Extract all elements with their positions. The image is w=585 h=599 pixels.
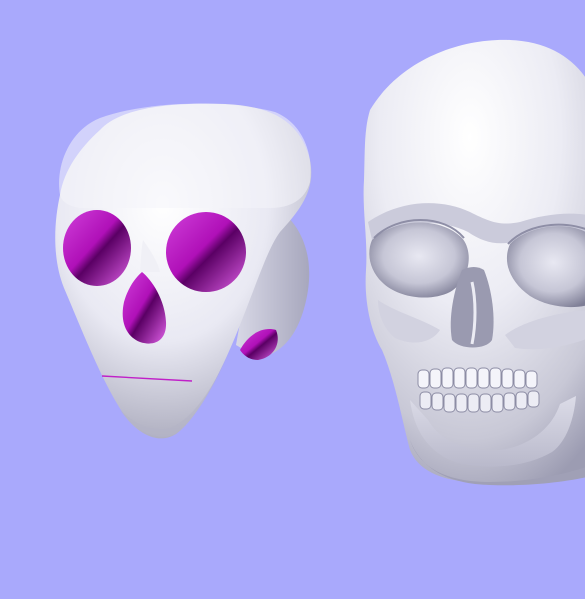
left-eye-socket bbox=[63, 210, 131, 286]
tooth bbox=[417, 369, 430, 389]
simplified-skull-cranium bbox=[59, 103, 311, 208]
tooth bbox=[479, 393, 492, 413]
tooth bbox=[491, 393, 504, 413]
tooth bbox=[501, 368, 514, 389]
tooth bbox=[503, 392, 516, 411]
tooth bbox=[429, 368, 442, 389]
simplified-skull-model[interactable] bbox=[55, 103, 312, 439]
detailed-skull-model[interactable] bbox=[363, 39, 585, 486]
right-eye-socket bbox=[166, 212, 246, 292]
tooth bbox=[443, 393, 456, 413]
tooth bbox=[525, 370, 538, 389]
tooth bbox=[489, 367, 502, 389]
tooth bbox=[477, 367, 490, 389]
3d-viewport[interactable] bbox=[0, 0, 585, 599]
tooth bbox=[455, 393, 468, 413]
tooth bbox=[527, 390, 540, 408]
tooth bbox=[453, 367, 466, 389]
tooth bbox=[467, 393, 480, 413]
tooth bbox=[513, 369, 526, 389]
render-scene[interactable] bbox=[0, 0, 585, 599]
tooth bbox=[419, 391, 432, 410]
tooth bbox=[515, 391, 528, 410]
tooth bbox=[431, 392, 444, 411]
tooth bbox=[441, 367, 454, 389]
tooth bbox=[465, 367, 478, 389]
